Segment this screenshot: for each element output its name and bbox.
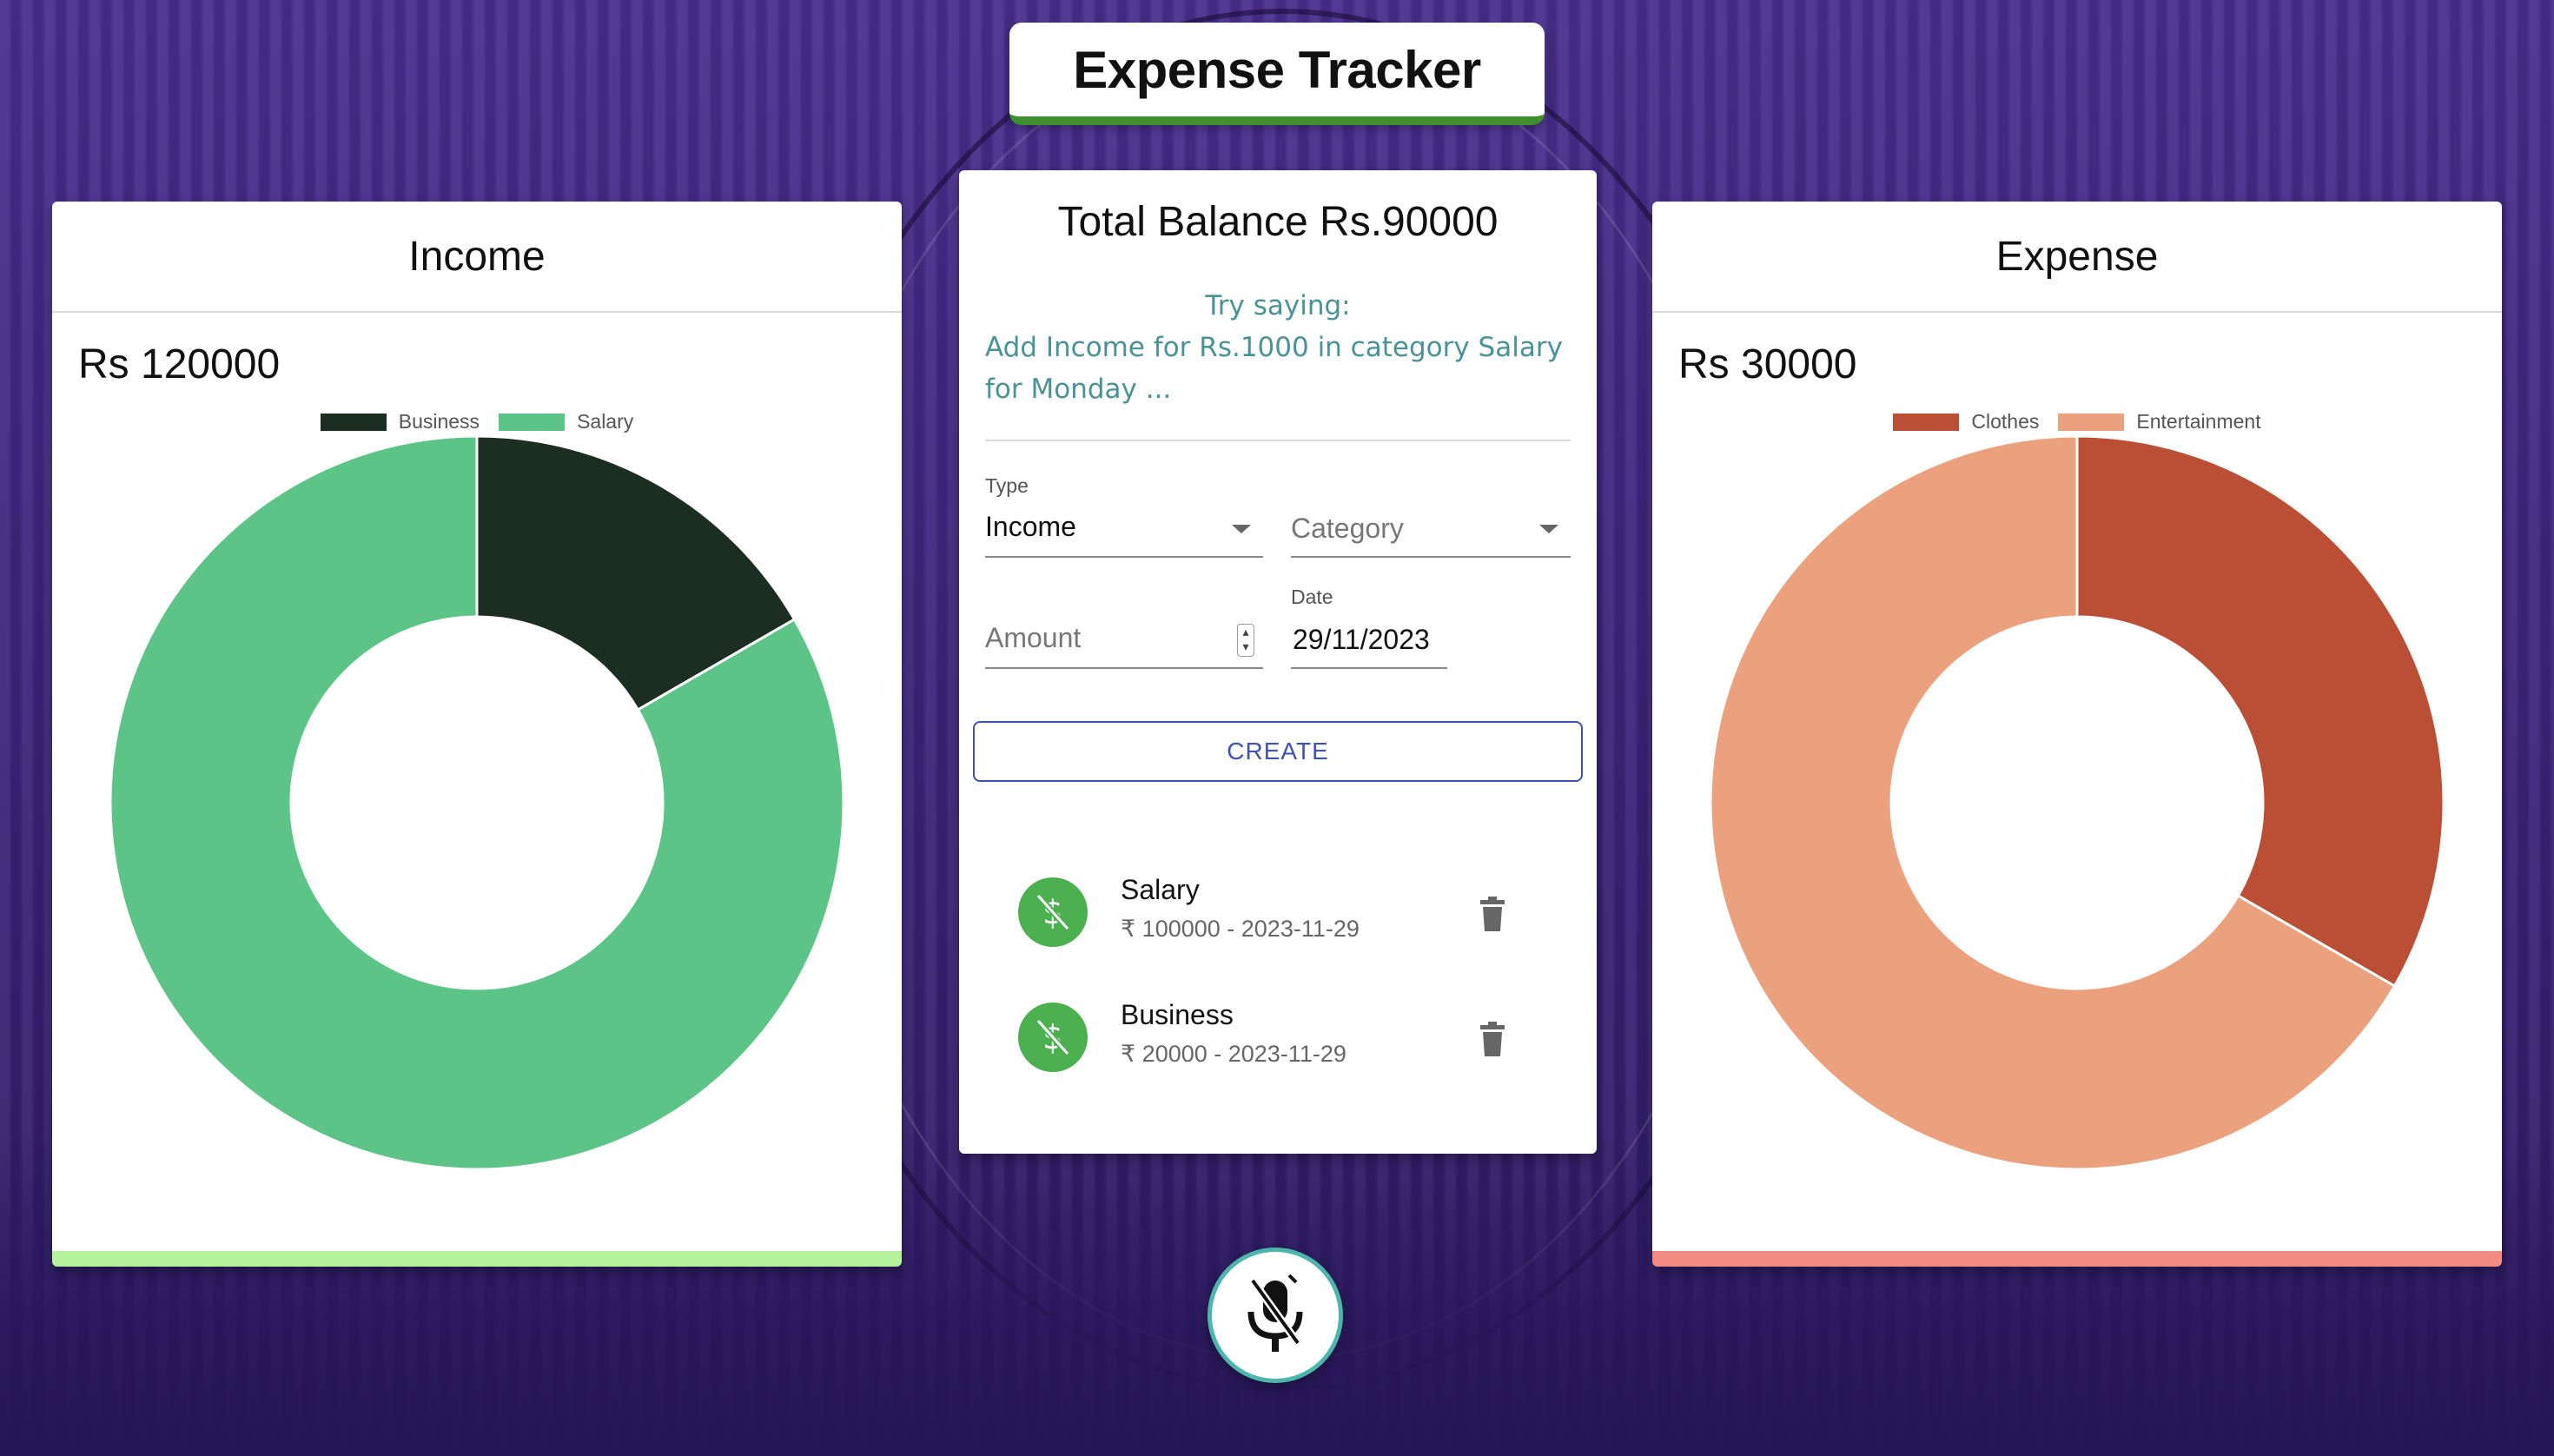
dollar-off-icon: $ [1018,1003,1088,1072]
legend-swatch-entertainment [2058,413,2125,431]
date-label: Date [1291,586,1333,608]
type-label: Type [985,474,1029,497]
legend-swatch-business [320,413,387,431]
expense-card: Expense Rs 30000 Clothes Entertainment [1652,202,2502,1267]
chevron-down-icon [1232,525,1251,533]
expense-total: Rs 30000 [1678,341,1857,387]
income-donut-chart [109,434,845,1171]
date-value: 29/11/2023 [1293,624,1430,655]
category-placeholder: Category [1291,513,1404,544]
category-select[interactable]: Category [1291,474,1571,558]
legend-swatch-salary [499,413,566,431]
donut-slice-clothes[interactable] [2075,434,2445,989]
microphone-button[interactable] [1208,1248,1343,1383]
trash-icon[interactable] [1479,1022,1506,1056]
date-input[interactable]: Date 29/11/2023 [1291,586,1447,669]
app-title-box: Expense Tracker [1009,23,1545,125]
legend-label-clothes: Clothes [1971,410,2040,433]
legend-item-entertainment[interactable]: Entertainment [2058,410,2261,433]
transaction-name: Salary [1121,874,1200,905]
chevron-down-icon [1539,525,1558,533]
transaction-item[interactable]: $ Salary ₹ 100000 - 2023-11-29 [1011,869,1545,956]
form-divider [985,440,1571,441]
income-card: Income Rs 120000 Business Salary [52,202,902,1267]
hint-title: Try saying: [1205,290,1351,321]
dollar-off-icon: $ [1018,877,1088,947]
legend-label-entertainment: Entertainment [2136,410,2261,433]
legend-item-business[interactable]: Business [320,410,480,433]
amount-input[interactable]: Amount ▴ ▾ [985,613,1263,669]
create-button[interactable]: CREATE [973,721,1583,782]
transaction-detail: ₹ 20000 - 2023-11-29 [1121,1041,1346,1067]
amount-stepper[interactable]: ▴ ▾ [1237,624,1254,657]
expense-heading: Expense [1652,202,2502,313]
voice-hint: Try saying: Add Income for Rs.1000 in ca… [985,285,1571,410]
trash-icon[interactable] [1479,897,1506,931]
app-title: Expense Tracker [1073,40,1481,99]
amount-placeholder: Amount [985,622,1082,653]
income-total: Rs 120000 [78,341,281,387]
income-heading: Income [52,202,902,313]
expense-legend: Clothes Entertainment [1652,410,2502,433]
transaction-name: Business [1121,999,1234,1030]
legend-swatch-clothes [1893,413,1960,431]
total-balance: Total Balance Rs.90000 [1057,199,1499,245]
type-value: Income [985,511,1076,542]
type-select[interactable]: Type Income [985,474,1263,558]
microphone-off-icon [1247,1274,1303,1352]
legend-label-business: Business [398,410,480,433]
income-legend: Business Salary [52,410,902,433]
transaction-form-card: Total Balance Rs.90000 Try saying: Add I… [959,170,1597,1154]
transaction-item[interactable]: $ Business ₹ 20000 - 2023-11-29 [1011,994,1545,1081]
hint-body: Add Income for Rs.1000 in category Salar… [985,332,1563,405]
transaction-detail: ₹ 100000 - 2023-11-29 [1121,916,1360,942]
legend-label-salary: Salary [577,410,634,433]
expense-donut-chart [1709,434,2445,1171]
legend-item-salary[interactable]: Salary [499,410,633,433]
legend-item-clothes[interactable]: Clothes [1893,410,2039,433]
